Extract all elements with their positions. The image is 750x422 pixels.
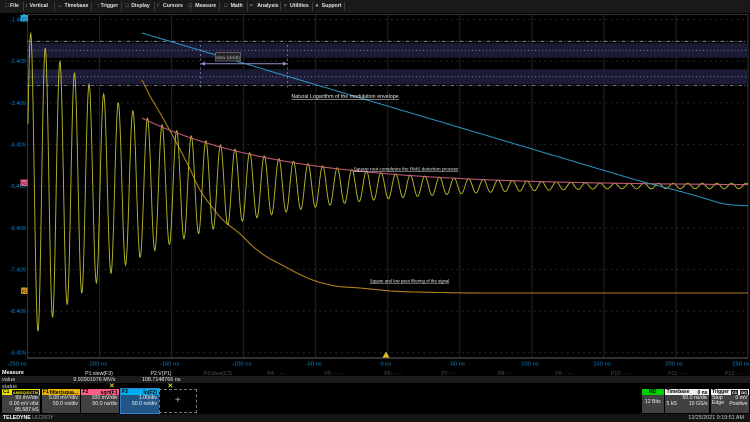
- svg-text:50 ns: 50 ns: [451, 362, 465, 368]
- svg-text:-9.409: -9.409: [10, 351, 26, 357]
- svg-text:Square and low pass filtering: Square and low pass filtering of the sig…: [370, 279, 450, 284]
- svg-text:Natural Logarithm of the modul: Natural Logarithm of the modulation enve…: [291, 94, 398, 100]
- svg-text:-8.409: -8.409: [10, 309, 26, 315]
- svg-text:slew (dv/dt): slew (dv/dt): [216, 55, 240, 60]
- svg-text:0 ns: 0 ns: [380, 362, 391, 368]
- svg-text:Square root completes the RMS: Square root completes the RMS detection …: [354, 167, 459, 172]
- svg-text:-150 ns: -150 ns: [160, 362, 179, 368]
- svg-text:150 ns: 150 ns: [593, 362, 611, 368]
- svg-text:-250 ns: -250 ns: [7, 362, 26, 368]
- svg-text:200 ns: 200 ns: [665, 362, 683, 368]
- svg-text:F1: F1: [22, 289, 28, 294]
- svg-text:F2: F2: [21, 181, 27, 186]
- svg-text:-50 ns: -50 ns: [306, 362, 322, 368]
- svg-text:-100 ns: -100 ns: [232, 362, 251, 368]
- svg-text:250 ns: 250 ns: [732, 362, 750, 368]
- svg-text:-4.409: -4.409: [10, 142, 26, 148]
- svg-text:-200 ns: -200 ns: [88, 362, 107, 368]
- svg-text:-6.409: -6.409: [10, 226, 26, 232]
- svg-text:-2.409: -2.409: [10, 59, 26, 65]
- svg-text:-7.409: -7.409: [10, 267, 26, 273]
- svg-text:100 ns: 100 ns: [521, 362, 539, 368]
- svg-text:-3.409: -3.409: [10, 101, 26, 107]
- svg-text:F3: F3: [22, 17, 28, 22]
